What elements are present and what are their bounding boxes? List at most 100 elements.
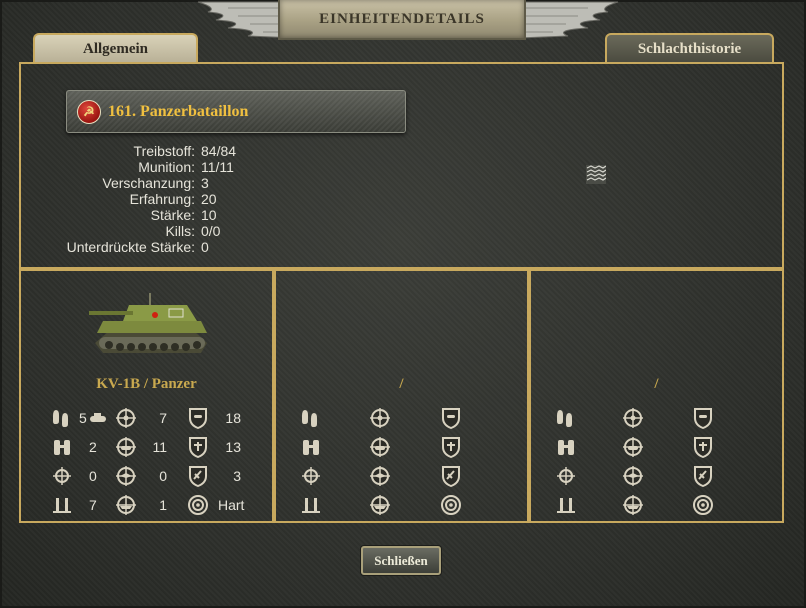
- close-defense-shield-icon: [442, 437, 460, 458]
- soft-attack-crosshair-icon: [370, 408, 390, 428]
- movement-value: 5: [79, 410, 87, 426]
- stat-row-ammo: Munition: 11/11: [50, 159, 236, 175]
- movement-boots-icon: [53, 410, 68, 427]
- stat-row-fuel: Treibstoff: 84/84: [50, 143, 237, 159]
- range-value: 7: [89, 497, 97, 513]
- range-artillery-icon: [557, 498, 575, 513]
- slot-1-title: KV-1B / Panzer: [96, 376, 197, 392]
- stat-label: Stärke:: [150, 207, 195, 223]
- initiative-target-icon: [302, 467, 320, 485]
- naval-attack-crosshair-icon: [116, 495, 136, 515]
- stats-row: [531, 465, 782, 489]
- naval-attack-crosshair-icon: [623, 495, 643, 515]
- ground-defense-shield-icon: [189, 408, 207, 429]
- stat-value: 0: [201, 239, 209, 255]
- target-type-bullseye-icon: [441, 495, 461, 515]
- air-attack-crosshair-icon: [623, 466, 643, 486]
- initiative-value: 0: [89, 468, 97, 484]
- stats-row: [276, 494, 527, 518]
- stats-row: [276, 407, 527, 431]
- movement-boots-icon: [302, 410, 317, 427]
- equipment-slot-2: /: [274, 269, 529, 523]
- naval-attack-crosshair-icon: [370, 495, 390, 515]
- stat-row-kills: Kills: 0/0: [50, 223, 236, 239]
- stats-row: [276, 436, 527, 460]
- soft-attack-value: 7: [159, 410, 167, 426]
- soft-attack-crosshair-icon: [116, 408, 136, 428]
- close-button[interactable]: Schließen: [361, 546, 441, 575]
- stat-label: Munition:: [138, 159, 195, 175]
- hard-attack-value: 11: [152, 439, 167, 455]
- initiative-target-icon: [53, 467, 71, 485]
- range-artillery-icon: [302, 498, 320, 513]
- stats-row: [531, 436, 782, 460]
- stat-value: 3: [201, 175, 209, 191]
- target-type-value: Hart: [218, 497, 245, 513]
- hard-attack-crosshair-icon: [370, 437, 390, 457]
- target-type-bullseye-icon: [188, 495, 208, 515]
- stat-value: 10: [201, 207, 217, 223]
- air-attack-value: 0: [159, 468, 167, 484]
- stat-value: 84/84: [201, 143, 237, 159]
- slot-3-title: /: [654, 376, 659, 392]
- air-defense-shield-icon: [442, 466, 460, 487]
- stats-row: [531, 494, 782, 518]
- tab-allgemein[interactable]: Allgemein: [33, 33, 198, 63]
- stats-row: 5 7 18: [21, 407, 272, 431]
- window-title: EINHEITENDETAILS: [319, 10, 485, 27]
- terrain-icon: [586, 165, 606, 184]
- ground-defense-shield-icon: [442, 408, 460, 429]
- soft-attack-crosshair-icon: [623, 408, 643, 428]
- tab-schlachthistorie[interactable]: Schlachthistorie: [605, 33, 774, 63]
- spotting-binoculars-icon: [558, 440, 574, 455]
- stat-label: Verschanzung:: [102, 175, 195, 191]
- soviet-star-icon: ☭: [77, 100, 101, 124]
- stat-row-suppressed: Unterdrückte Stärke: 0: [50, 239, 236, 255]
- stat-label: Erfahrung:: [129, 191, 195, 207]
- stats-row: 2 11 13: [21, 436, 272, 460]
- stats-row: [276, 465, 527, 489]
- tab-schlachthistorie-label: Schlachthistorie: [637, 40, 742, 57]
- air-defense-value: 3: [233, 468, 241, 484]
- unit-stats: Treibstoff: 84/84 Munition: 11/11 Verschan…: [50, 143, 236, 255]
- stats-row: 0 0 3: [21, 465, 272, 489]
- spotting-binoculars-icon: [303, 440, 319, 455]
- tracked-movement-icon: [90, 413, 106, 422]
- equipment-slot-1: KV-1B / Panzer 5 7 18 2 11 13 0 0 3 7 1 …: [19, 269, 274, 523]
- stat-label: Treibstoff:: [133, 143, 195, 159]
- slot-2-title: /: [399, 376, 404, 392]
- stat-value: 0/0: [201, 223, 221, 239]
- close-defense-shield-icon: [694, 437, 712, 458]
- stat-value: 20: [201, 191, 217, 207]
- stat-value: 11/11: [201, 159, 234, 175]
- air-attack-crosshair-icon: [370, 466, 390, 486]
- kv1-tank-icon: [89, 293, 207, 353]
- ground-defense-shield-icon: [694, 408, 712, 429]
- naval-attack-value: 1: [159, 497, 167, 513]
- stats-row: [531, 407, 782, 431]
- target-type-bullseye-icon: [693, 495, 713, 515]
- stat-row-entrenchment: Verschanzung: 3: [50, 175, 236, 191]
- range-artillery-icon: [53, 498, 71, 513]
- air-defense-shield-icon: [189, 466, 207, 487]
- movement-boots-icon: [557, 410, 572, 427]
- equipment-slot-3: /: [529, 269, 784, 523]
- tab-allgemein-label: Allgemein: [83, 40, 148, 57]
- initiative-target-icon: [557, 467, 575, 485]
- stat-label: Unterdrückte Stärke:: [66, 239, 195, 255]
- air-defense-shield-icon: [694, 466, 712, 487]
- stat-row-experience: Erfahrung: 20: [50, 191, 236, 207]
- window-title-plaque: EINHEITENDETAILS: [278, 0, 526, 40]
- stat-label: Kills:: [165, 223, 195, 239]
- spotting-value: 2: [89, 439, 97, 455]
- spotting-binoculars-icon: [54, 440, 70, 455]
- stat-row-strength: Stärke: 10: [50, 207, 236, 223]
- hard-attack-crosshair-icon: [116, 437, 136, 457]
- unit-name: 161. Panzerbataillon: [108, 103, 249, 120]
- air-attack-crosshair-icon: [116, 466, 136, 486]
- unit-name-banner: ☭ 161. Panzerbataillon: [66, 90, 406, 133]
- ground-defense-value: 18: [225, 410, 241, 426]
- close-defense-shield-icon: [189, 437, 207, 458]
- close-defense-value: 13: [225, 439, 241, 455]
- stats-row: 7 1 Hart: [21, 494, 272, 518]
